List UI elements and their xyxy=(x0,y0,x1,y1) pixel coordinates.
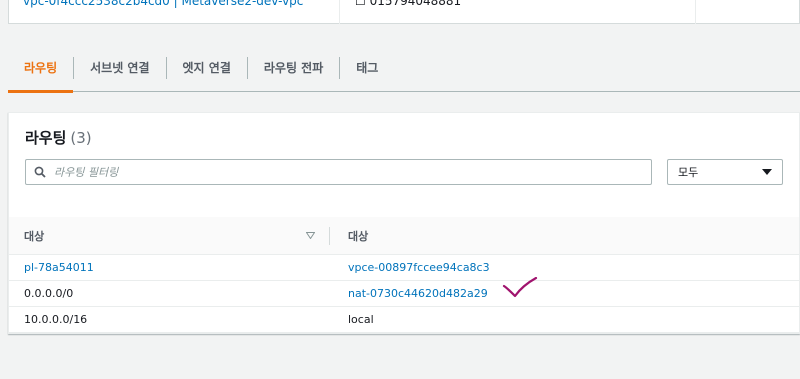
routes-count: (3) xyxy=(70,129,92,147)
column-destination[interactable]: 대상 xyxy=(9,228,329,244)
destination-link[interactable]: pl-78a54011 xyxy=(9,261,330,274)
table-row: 10.0.0.0/16 local xyxy=(9,307,799,333)
select-value: 모두 xyxy=(678,166,699,179)
target-link[interactable]: nat-0730c44620d482a29 xyxy=(330,287,488,300)
divider xyxy=(339,0,340,24)
column-target-label: 대상 xyxy=(348,229,369,243)
target-link[interactable]: vpce-00897fccee94ca8c3 xyxy=(330,261,490,274)
search-box[interactable] xyxy=(25,159,652,185)
tab-subnet-associations[interactable]: 서브넷 연결 xyxy=(74,44,165,92)
detail-tabs: 라우팅 서브넷 연결 엣지 연결 라우팅 전파 태그 xyxy=(8,44,800,93)
owner-id: ☐ 015794048881 xyxy=(355,0,462,8)
column-destination-label: 대상 xyxy=(24,229,45,243)
tab-route-propagation[interactable]: 라우팅 전파 xyxy=(248,44,339,92)
routes-panel: 라우팅(3) 모두 대상 대상 xyxy=(8,112,800,334)
table-row: pl-78a54011 vpce-00897fccee94ca8c3 xyxy=(9,255,799,281)
destination-value: 0.0.0.0/0 xyxy=(24,287,74,300)
tab-routes[interactable]: 라우팅 xyxy=(8,44,74,93)
vpc-summary-card: vpc-0f4ccc2538c2b4cd0 | Metaverse2-dev-v… xyxy=(8,0,800,24)
tab-edge-associations[interactable]: 엣지 연결 xyxy=(167,44,247,92)
destination-value: 10.0.0.0/16 xyxy=(24,313,88,326)
sort-descending-icon[interactable] xyxy=(306,232,315,239)
divider xyxy=(695,0,696,24)
filter-row: 모두 xyxy=(25,159,783,185)
caret-down-icon xyxy=(762,169,772,175)
tab-tags[interactable]: 태그 xyxy=(340,44,394,92)
handwritten-check-mark xyxy=(502,277,538,298)
search-icon xyxy=(34,166,46,178)
target-value: local xyxy=(348,313,374,326)
routes-header: 라우팅 (3) xyxy=(9,113,799,148)
route-filter-select[interactable]: 모두 xyxy=(667,159,783,185)
routes-table: 대상 대상 pl-78a54011 vpce-00897fccee94ca8c3… xyxy=(9,217,799,333)
table-header: 대상 대상 xyxy=(9,217,799,255)
vpc-id-link[interactable]: vpc-0f4ccc2538c2b4cd0 | Metaverse2-dev-v… xyxy=(23,0,303,8)
route-filter-input[interactable] xyxy=(54,165,634,179)
routes-title: 라우팅 xyxy=(25,129,67,147)
table-row: 0.0.0.0/0 nat-0730c44620d482a29 xyxy=(9,281,799,307)
column-target[interactable]: 대상 xyxy=(330,228,368,244)
